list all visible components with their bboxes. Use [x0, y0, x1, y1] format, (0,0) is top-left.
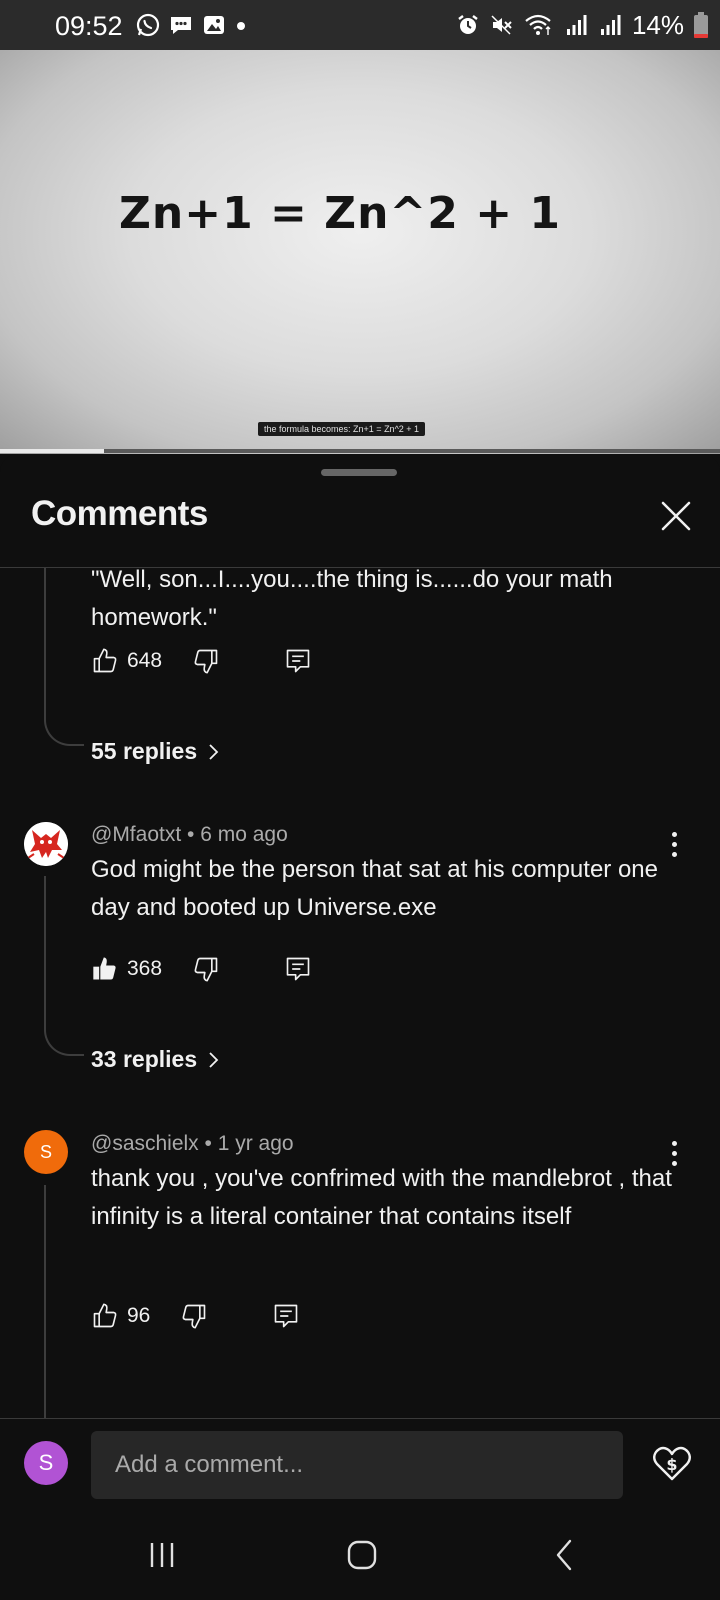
reply-icon — [286, 957, 310, 981]
alarm-icon — [458, 15, 478, 34]
reply-button[interactable] — [284, 647, 312, 675]
sheet-title: Comments — [31, 494, 208, 533]
navigation-bar — [0, 1506, 720, 1600]
fox-avatar-icon — [24, 822, 68, 866]
status-time: 09:52 — [55, 11, 123, 41]
thread-line — [44, 568, 46, 716]
dot — [671, 1140, 677, 1146]
like-button[interactable]: 648 — [91, 647, 162, 675]
heart-dollar-icon: $ — [653, 1446, 691, 1481]
comment-composer: S $ — [0, 1419, 720, 1506]
thumbs-down-icon — [182, 1304, 206, 1329]
replies-button[interactable]: 55 replies — [91, 738, 221, 765]
super-thanks-button[interactable]: $ — [650, 1441, 694, 1485]
battery-icon — [694, 12, 708, 38]
thumbs-up-icon — [93, 648, 117, 673]
user-avatar-letter: S — [38, 1450, 54, 1475]
comments-list[interactable]: "Well, son...I....you....the thing is...… — [0, 568, 720, 1540]
dot — [671, 1150, 677, 1156]
thumbs-up-icon — [93, 1303, 117, 1328]
comment-actions: 368 — [91, 952, 312, 986]
thread-line — [44, 876, 46, 1026]
signal-icon — [566, 15, 587, 35]
notification-icons — [136, 12, 247, 38]
comment-text: "Well, son...I....you....the thing is...… — [91, 568, 613, 631]
comment-actions: 648 — [91, 644, 312, 678]
system-icons: 14% — [456, 9, 708, 40]
user-avatar[interactable]: S — [24, 1441, 68, 1485]
chevron-right-icon — [209, 743, 219, 760]
signal-icon — [600, 15, 621, 35]
thread-curve — [44, 716, 84, 746]
comment-text: thank you , you've confrimed with the ma… — [91, 1165, 672, 1230]
like-count: 368 — [127, 957, 163, 980]
gallery-icon — [204, 16, 224, 34]
video-formula: Zn+1 = Zn^2 + 1 — [118, 188, 562, 239]
thread-curve — [44, 1026, 84, 1056]
back-icon — [556, 1539, 572, 1571]
video-caption: the formula becomes: Zn+1 = Zn^2 + 1 — [258, 422, 426, 436]
home-button[interactable] — [337, 1530, 387, 1580]
like-count: 648 — [127, 649, 163, 672]
chat-bubble-icon — [171, 17, 191, 34]
video-progress-fill — [0, 449, 105, 453]
comment-meta: @saschielx • 1 yr ago — [91, 1132, 294, 1155]
add-comment-input[interactable] — [91, 1431, 623, 1499]
avatar-letter: S — [39, 1141, 52, 1162]
battery-percent: 14% — [631, 9, 684, 40]
replies-button[interactable]: 33 replies — [91, 1046, 221, 1073]
svg-text:$: $ — [666, 1455, 677, 1474]
whatsapp-icon — [136, 13, 160, 37]
like-button[interactable]: 368 — [91, 955, 162, 983]
video-progress-bar[interactable] — [0, 449, 720, 453]
comment-text: God might be the person that sat at his … — [91, 856, 658, 921]
like-count: 96 — [127, 1304, 151, 1327]
mute-icon — [491, 15, 512, 35]
dot — [671, 831, 677, 837]
thumbs-up-filled-icon — [93, 957, 116, 980]
dot-icon — [237, 22, 245, 30]
reply-button[interactable] — [272, 1302, 300, 1330]
chevron-right-icon — [209, 1051, 219, 1068]
replies-label: 55 replies — [91, 738, 198, 764]
reply-icon — [286, 649, 310, 673]
reply-button[interactable] — [284, 955, 312, 983]
comment-actions: 96 — [91, 1299, 300, 1333]
wifi-icon — [525, 14, 551, 35]
recent-apps-button[interactable] — [137, 1530, 187, 1580]
recent-apps-icon — [150, 1543, 174, 1567]
status-bar: 09:52 14% — [0, 0, 720, 50]
dislike-button[interactable] — [192, 647, 220, 675]
dislike-button[interactable] — [180, 1302, 208, 1330]
avatar[interactable] — [24, 822, 68, 866]
comments-sheet: Comments "Well, son...I....you....the th… — [0, 454, 720, 1600]
close-button[interactable] — [654, 494, 698, 538]
dislike-button[interactable] — [192, 955, 220, 983]
dot — [671, 841, 677, 847]
thumbs-down-icon — [194, 957, 218, 982]
back-button[interactable] — [540, 1530, 590, 1580]
reply-icon — [275, 1304, 298, 1328]
thumbs-down-icon — [194, 649, 218, 674]
replies-label: 33 replies — [91, 1046, 198, 1072]
close-icon — [661, 501, 691, 531]
like-button[interactable]: 96 — [91, 1302, 150, 1330]
home-icon — [347, 1540, 377, 1570]
comment-meta: @Mfaotxt • 6 mo ago — [91, 823, 288, 846]
avatar[interactable]: S — [24, 1130, 68, 1174]
video-player[interactable]: Zn+1 = Zn^2 + 1 the formula becomes: Zn+… — [0, 50, 720, 454]
drag-handle[interactable] — [321, 469, 397, 476]
